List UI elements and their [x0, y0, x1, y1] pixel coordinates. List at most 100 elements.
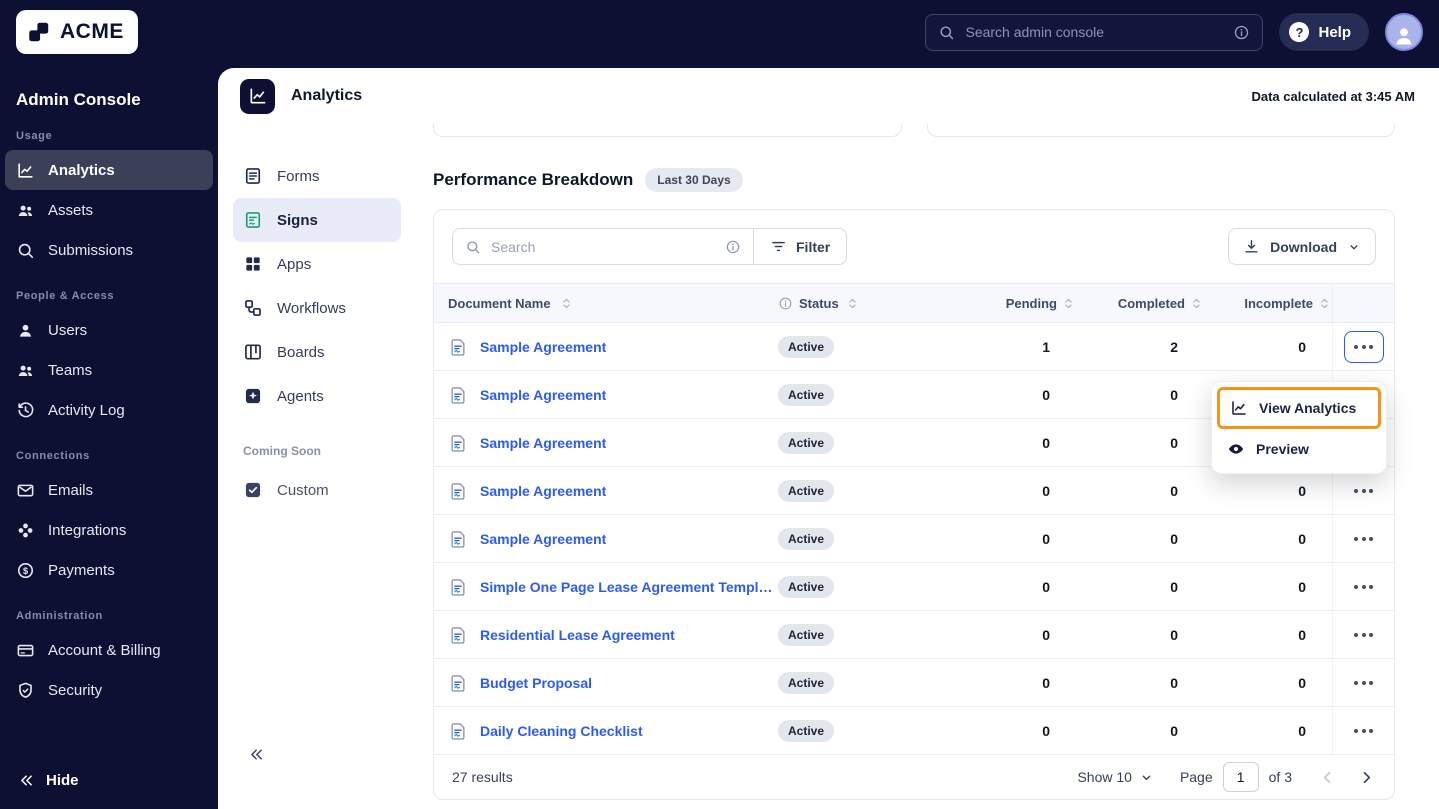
sort-icon[interactable] — [1189, 296, 1204, 311]
line-chart-icon — [1230, 399, 1248, 417]
subnav-item-label: Workflows — [277, 299, 346, 317]
document-link[interactable]: Budget Proposal — [480, 675, 592, 691]
user-icon — [16, 321, 35, 340]
pager — [1318, 768, 1376, 787]
menu-item-preview[interactable]: Preview — [1217, 429, 1381, 468]
document-link[interactable]: Sample Agreement — [480, 387, 606, 403]
status-badge: Active — [778, 431, 835, 454]
previous-page-button[interactable] — [1318, 768, 1337, 787]
document-link[interactable]: Simple One Page Lease Agreement Template — [480, 579, 778, 595]
info-icon[interactable] — [725, 239, 741, 255]
filter-button[interactable]: Filter — [754, 229, 846, 264]
incomplete-count: 0 — [1298, 722, 1306, 739]
subnav-item-label: Signs — [277, 211, 318, 229]
admin-search-input[interactable] — [965, 24, 1224, 40]
document-link[interactable]: Sample Agreement — [480, 483, 606, 499]
document-link[interactable]: Sample Agreement — [480, 435, 606, 451]
completed-count: 0 — [1170, 578, 1178, 595]
table-search-input[interactable] — [491, 238, 715, 255]
search-icon — [938, 24, 955, 41]
subnav-item-custom[interactable]: Custom — [233, 468, 401, 512]
pending-count: 0 — [1042, 386, 1050, 403]
assets-icon — [16, 201, 35, 220]
info-icon[interactable] — [778, 296, 793, 311]
sort-icon[interactable] — [1061, 296, 1076, 311]
document-link[interactable]: Sample Agreement — [480, 339, 606, 355]
completed-count: 0 — [1170, 722, 1178, 739]
subnav-item-signs[interactable]: Signs — [233, 198, 401, 242]
clipped-stat-cards — [433, 124, 1395, 137]
info-icon[interactable] — [1233, 24, 1250, 41]
menu-item-label: Preview — [1256, 440, 1309, 457]
document-link[interactable]: Residential Lease Agreement — [480, 627, 675, 643]
document-link[interactable]: Sample Agreement — [480, 531, 606, 547]
sort-icon[interactable] — [1317, 296, 1332, 311]
question-mark-icon — [1289, 22, 1310, 42]
sidebar-item-security[interactable]: Security — [5, 670, 213, 710]
column-label: Document Name — [448, 295, 551, 311]
page-label: Page — [1179, 769, 1213, 785]
sidebar-item-analytics[interactable]: Analytics — [5, 150, 213, 190]
sidebar-item-teams[interactable]: Teams — [5, 350, 213, 390]
sidebar-item-users[interactable]: Users — [5, 310, 213, 350]
row-actions-button[interactable] — [1344, 571, 1384, 603]
sidebar-item-submissions[interactable]: Submissions — [5, 230, 213, 270]
search-icon — [16, 241, 35, 260]
status-badge: Active — [778, 479, 835, 502]
status-badge: Active — [778, 335, 835, 358]
download-button[interactable]: Download — [1228, 228, 1376, 265]
top-bar: ACME Help — [0, 0, 1439, 64]
document-icon — [448, 577, 468, 597]
sort-icon[interactable] — [559, 296, 574, 311]
row-actions-button-open[interactable] — [1343, 330, 1384, 363]
column-header-completed: Completed — [1076, 296, 1204, 311]
sort-icon[interactable] — [845, 296, 860, 311]
sidebar-item-integrations[interactable]: Integrations — [5, 510, 213, 550]
row-actions-button[interactable] — [1344, 523, 1384, 555]
menu-item-view-analytics[interactable]: View Analytics — [1217, 387, 1381, 429]
column-label: Incomplete — [1244, 295, 1313, 311]
sidebar-item-payments[interactable]: Payments — [5, 550, 213, 590]
column-label: Status — [799, 295, 839, 311]
subnav-item-apps[interactable]: Apps — [233, 242, 401, 286]
row-actions-button[interactable] — [1344, 619, 1384, 651]
subnav-item-forms[interactable]: Forms — [233, 154, 401, 198]
column-label: Pending — [1005, 295, 1057, 311]
user-avatar[interactable] — [1385, 13, 1423, 51]
subnav-item-boards[interactable]: Boards — [233, 330, 401, 374]
admin-console-search[interactable] — [925, 13, 1264, 51]
double-chevron-left-icon — [248, 746, 265, 763]
acme-logo[interactable]: ACME — [16, 10, 138, 54]
completed-count: 0 — [1170, 530, 1178, 547]
topbar-right: Help — [925, 13, 1423, 51]
sidebar-section-people: People & Access — [16, 290, 115, 302]
integrations-icon — [16, 521, 35, 540]
subnav-item-agents[interactable]: Agents — [233, 374, 401, 418]
status-badge: Active — [778, 719, 835, 742]
row-actions-button[interactable] — [1344, 475, 1384, 507]
pending-count: 0 — [1042, 482, 1050, 499]
sidebar-item-emails[interactable]: Emails — [5, 470, 213, 510]
sidebar-item-account-billing[interactable]: Account & Billing — [5, 630, 213, 670]
sidebar-item-assets[interactable]: Assets — [5, 190, 213, 230]
table-header-row: Document Name Status Pending Completed I… — [434, 283, 1394, 323]
chevron-down-icon — [1139, 770, 1154, 785]
subnav-item-workflows[interactable]: Workflows — [233, 286, 401, 330]
signs-icon — [243, 210, 263, 230]
row-actions-button[interactable] — [1344, 667, 1384, 699]
table-row: Sample Agreement Active 0 0 0 — [434, 467, 1394, 515]
column-header-actions — [1332, 284, 1394, 322]
page-size-select[interactable]: Show 10 — [1077, 769, 1153, 785]
row-actions-button[interactable] — [1344, 715, 1384, 747]
next-page-button[interactable] — [1357, 768, 1376, 787]
completed-count: 0 — [1170, 674, 1178, 691]
sidebar-item-activity-log[interactable]: Activity Log — [5, 390, 213, 430]
help-button[interactable]: Help — [1279, 13, 1369, 51]
document-link[interactable]: Daily Cleaning Checklist — [480, 723, 643, 739]
document-icon — [448, 721, 468, 741]
page-number-input[interactable] — [1222, 762, 1259, 792]
pending-count: 0 — [1042, 530, 1050, 547]
sidebar-hide-button[interactable]: Hide — [0, 772, 218, 789]
table-search[interactable] — [453, 229, 753, 264]
subnav-collapse-button[interactable] — [218, 746, 418, 809]
